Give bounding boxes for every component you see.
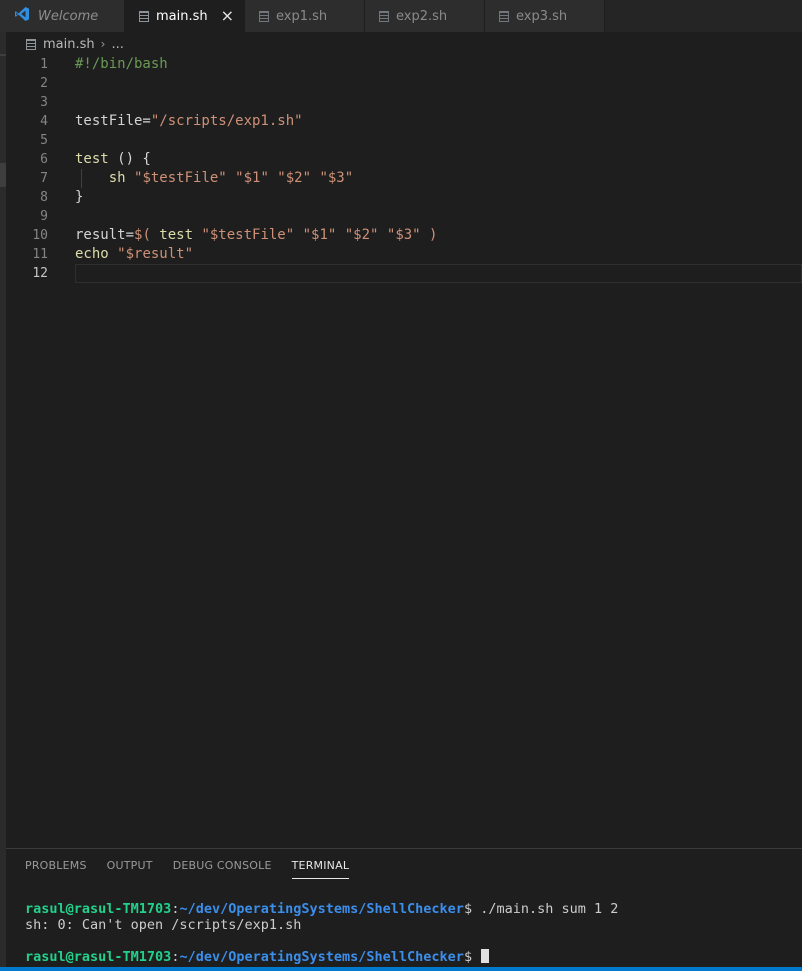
string-token: "$testFile" "$1" "$2" "$3"	[201, 227, 421, 243]
line-number: 2	[40, 76, 48, 91]
bottom-panel: PROBLEMS OUTPUT DEBUG CONSOLE TERMINAL r…	[6, 848, 802, 968]
code-line: 10 result=$( test "$testFile" "$1" "$2" …	[6, 226, 802, 245]
tab-label: Welcome	[38, 8, 99, 24]
vscode-logo-icon	[14, 6, 30, 26]
line-number: 5	[40, 133, 48, 148]
code-line: 3	[6, 93, 802, 112]
line-number: 1	[40, 57, 48, 72]
terminal-user: rasul@rasul-TM1703	[25, 949, 172, 965]
terminal-error: sh: 0: Can't open /scripts/exp1.sh	[25, 917, 302, 933]
function-token: echo	[75, 246, 109, 262]
terminal-cursor	[481, 949, 490, 963]
panel-tabs: PROBLEMS OUTPUT DEBUG CONSOLE TERMINAL	[25, 859, 369, 879]
code-line: 2	[6, 74, 802, 93]
code-line: 5	[6, 131, 802, 150]
tab-terminal[interactable]: TERMINAL	[291, 859, 350, 879]
terminal-line: rasul@rasul-TM1703:~/dev/OperatingSystem…	[25, 949, 618, 965]
code-line: 11 echo "$result"	[6, 245, 802, 264]
line-text: testFile="/scripts/exp1.sh"	[75, 112, 303, 131]
tab-label: main.sh	[156, 8, 208, 24]
line-number: 6	[40, 152, 48, 167]
line-number: 9	[40, 209, 48, 224]
code-line-current[interactable]: 12	[6, 264, 802, 283]
file-icon	[26, 38, 36, 50]
tab-label: exp3.sh	[516, 8, 568, 24]
file-icon	[139, 10, 149, 22]
close-icon[interactable]: ×	[221, 8, 234, 24]
line-text: #!/bin/bash	[75, 55, 168, 74]
terminal-output[interactable]: rasul@rasul-TM1703:~/dev/OperatingSystem…	[25, 901, 618, 965]
terminal-line: sh: 0: Can't open /scripts/exp1.sh	[25, 917, 618, 933]
string-token: $(	[134, 227, 151, 243]
line-text: result=$( test "$testFile" "$1" "$2" "$3…	[75, 226, 437, 245]
code-line: 4 testFile="/scripts/exp1.sh"	[6, 112, 802, 131]
string-token: "/scripts/exp1.sh"	[150, 113, 303, 129]
string-token: "$testFile" "$1" "$2" "$3"	[134, 170, 354, 186]
code-line: 9	[6, 207, 802, 226]
code-editor[interactable]: 1 #!/bin/bash 2 3 4 testFile="/scripts/e…	[6, 55, 802, 283]
tab-exp2-sh[interactable]: exp2.sh	[365, 0, 485, 32]
file-icon	[259, 10, 269, 22]
line-number: 3	[40, 95, 48, 110]
string-token: )	[420, 227, 438, 243]
line-text: echo "$result"	[75, 245, 193, 264]
terminal-prompt: $	[463, 949, 481, 965]
comment-token: #!/bin/bash	[75, 56, 168, 72]
code-token: }	[75, 189, 84, 205]
terminal-path: ~/dev/OperatingSystems/ShellChecker	[179, 901, 464, 917]
function-token: test	[150, 227, 202, 243]
function-token: test	[75, 151, 109, 167]
terminal-path: ~/dev/OperatingSystems/ShellChecker	[179, 949, 464, 965]
string-token: "$result"	[117, 246, 194, 262]
code-line: 1 #!/bin/bash	[6, 55, 802, 74]
breadcrumb: main.sh › ...	[26, 33, 124, 55]
tab-problems[interactable]: PROBLEMS	[25, 859, 87, 879]
code-token: () {	[108, 151, 151, 167]
terminal-line: rasul@rasul-TM1703:~/dev/OperatingSystem…	[25, 901, 618, 917]
tab-label: exp1.sh	[276, 8, 328, 24]
tab-label: exp2.sh	[396, 8, 448, 24]
code-line: 6 test () {	[6, 150, 802, 169]
terminal-user: rasul@rasul-TM1703	[25, 901, 172, 917]
tab-exp3-sh[interactable]: exp3.sh	[485, 0, 605, 32]
line-number: 10	[32, 228, 48, 243]
terminal-prompt: $	[463, 901, 481, 917]
chevron-right-icon: ›	[100, 37, 106, 51]
code-token: result=	[75, 227, 135, 243]
line-number: 7	[40, 171, 48, 186]
tab-main-sh[interactable]: main.sh ×	[125, 0, 245, 32]
line-number: 11	[32, 247, 48, 262]
code-line: 7 sh "$testFile" "$1" "$2" "$3"	[6, 169, 802, 188]
file-icon	[379, 10, 389, 22]
line-text: sh "$testFile" "$1" "$2" "$3"	[75, 169, 353, 188]
tab-output[interactable]: OUTPUT	[107, 859, 153, 879]
line-number: 4	[40, 114, 48, 129]
line-number: 8	[40, 190, 48, 205]
tab-debug-console[interactable]: DEBUG CONSOLE	[173, 859, 272, 879]
breadcrumb-more[interactable]: ...	[111, 37, 123, 52]
line-text: test () {	[75, 150, 151, 169]
breadcrumb-file[interactable]: main.sh	[43, 37, 95, 52]
status-bar	[0, 967, 802, 971]
tab-welcome[interactable]: Welcome	[0, 0, 125, 32]
line-text: }	[75, 188, 83, 207]
tab-exp1-sh[interactable]: exp1.sh	[245, 0, 365, 32]
editor-tab-bar: Welcome main.sh × exp1.sh exp2.sh exp3.s…	[0, 0, 802, 32]
line-number: 12	[32, 266, 48, 281]
code-line: 8 }	[6, 188, 802, 207]
terminal-command: ./main.sh sum 1 2	[480, 901, 619, 917]
file-icon	[499, 10, 509, 22]
function-token: sh	[108, 170, 126, 186]
code-token: testFile=	[75, 113, 151, 129]
